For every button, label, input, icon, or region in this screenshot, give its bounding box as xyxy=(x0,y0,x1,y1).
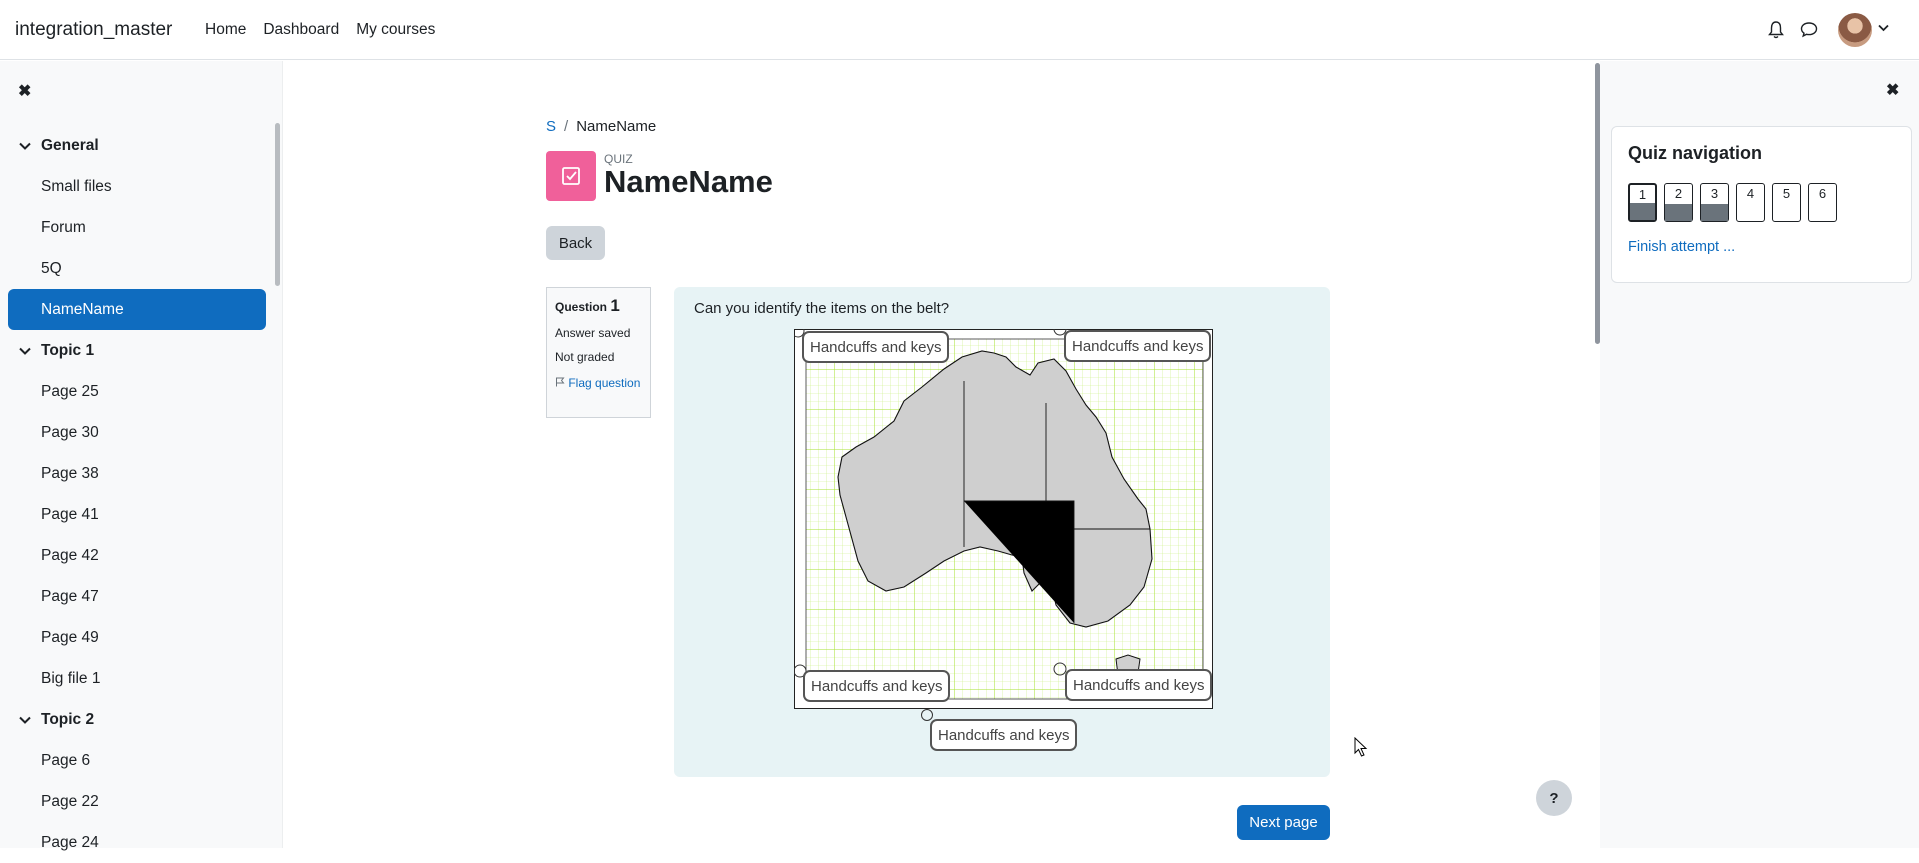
primary-nav: Home Dashboard My courses xyxy=(205,21,435,39)
section-topic-2[interactable]: Topic 2 xyxy=(8,699,266,740)
site-brand[interactable]: integration_master xyxy=(15,19,172,41)
quiz-nav-buttons: 1 2 3 4 5 6 xyxy=(1628,183,1837,222)
quiz-navigation-block: Quiz navigation 1 2 3 4 5 6 Finish attem… xyxy=(1611,126,1912,283)
question-grade: Not graded xyxy=(555,350,615,364)
course-item[interactable]: Page 38 xyxy=(8,453,266,494)
drag-item[interactable]: Handcuffs and keys xyxy=(930,719,1078,751)
course-item[interactable]: Page 6 xyxy=(8,740,266,781)
australia-map-image xyxy=(791,322,1213,709)
course-item-active[interactable]: NameName xyxy=(8,289,266,330)
course-item[interactable]: Small files xyxy=(8,166,266,207)
section-title: Topic 2 xyxy=(41,710,95,728)
question-content: Can you identify the items on the belt? xyxy=(674,287,1330,777)
quiz-icon xyxy=(546,151,596,201)
nav-dashboard[interactable]: Dashboard xyxy=(263,21,339,39)
back-button[interactable]: Back xyxy=(546,226,605,260)
help-button[interactable]: ? xyxy=(1536,780,1572,816)
course-item[interactable]: Page 30 xyxy=(8,412,266,453)
breadcrumb-current: NameName xyxy=(576,118,657,135)
section-title: Topic 1 xyxy=(41,341,95,359)
course-item[interactable]: Page 24 xyxy=(8,822,266,863)
section-topic-1[interactable]: Topic 1 xyxy=(8,330,266,371)
quiz-nav-button[interactable]: 4 xyxy=(1736,183,1765,222)
quiz-nav-button[interactable]: 5 xyxy=(1772,183,1801,222)
course-item[interactable]: 5Q xyxy=(8,248,266,289)
question-number: Question 1 xyxy=(555,296,620,315)
drag-item[interactable]: Handcuffs and keys xyxy=(803,670,951,702)
question-status: Answer saved xyxy=(555,326,631,340)
question-info: Question 1 Answer saved Not graded Flag … xyxy=(546,287,651,418)
top-navbar: integration_master Home Dashboard My cou… xyxy=(0,0,1919,60)
course-item[interactable]: Forum xyxy=(8,207,266,248)
question-text: Can you identify the items on the belt? xyxy=(694,300,950,317)
flag-icon[interactable] xyxy=(555,377,565,387)
messages-chat-icon[interactable] xyxy=(1800,21,1818,38)
nav-home[interactable]: Home xyxy=(205,21,246,39)
quiz-nav-button[interactable]: 1 xyxy=(1628,183,1657,222)
breadcrumb-separator: / xyxy=(564,118,569,135)
section-general[interactable]: General xyxy=(8,125,266,166)
page-title: NameName xyxy=(604,164,773,199)
flag-question-link[interactable]: Flag question xyxy=(555,374,642,392)
course-item[interactable]: Page 42 xyxy=(8,535,266,576)
course-index: General Small files Forum 5Q NameName To… xyxy=(8,125,266,863)
drag-item[interactable]: Handcuffs and keys xyxy=(1064,330,1212,362)
drag-item[interactable]: Handcuffs and keys xyxy=(802,331,950,363)
finish-attempt-link[interactable]: Finish attempt ... xyxy=(1628,239,1735,255)
answered-indicator xyxy=(1665,204,1692,221)
close-icon[interactable]: ✖ xyxy=(1886,80,1899,100)
breadcrumb: S / NameName xyxy=(546,118,656,135)
drag-item[interactable]: Handcuffs and keys xyxy=(1065,669,1213,701)
course-item[interactable]: Page 41 xyxy=(8,494,266,535)
notifications-bell-icon[interactable] xyxy=(1768,21,1784,39)
course-item[interactable]: Page 22 xyxy=(8,781,266,822)
drop-zone-map[interactable]: Handcuffs and keys Handcuffs and keys Ha… xyxy=(791,322,1213,709)
course-index-drawer: ✖ General Small files Forum 5Q NameName … xyxy=(0,61,283,851)
answered-indicator xyxy=(1701,204,1728,221)
quiz-nav-button[interactable]: 6 xyxy=(1808,183,1837,222)
course-item[interactable]: Page 49 xyxy=(8,617,266,658)
user-avatar[interactable] xyxy=(1838,13,1872,47)
nav-my-courses[interactable]: My courses xyxy=(356,21,435,39)
course-item[interactable]: Big file 1 xyxy=(8,658,266,699)
close-icon[interactable]: ✖ xyxy=(18,81,31,101)
chevron-down-icon[interactable] xyxy=(8,139,41,153)
section-title: General xyxy=(41,136,99,154)
chevron-down-icon[interactable] xyxy=(8,344,41,358)
mouse-cursor-icon xyxy=(1354,737,1368,757)
next-page-button[interactable]: Next page xyxy=(1237,805,1330,840)
breadcrumb-link[interactable]: S xyxy=(546,118,556,135)
quiz-nav-title: Quiz navigation xyxy=(1628,143,1763,163)
course-item[interactable]: Page 47 xyxy=(8,576,266,617)
drawer-scrollbar[interactable] xyxy=(275,123,280,286)
course-item[interactable]: Page 25 xyxy=(8,371,266,412)
chevron-down-icon[interactable] xyxy=(1878,24,1889,32)
answered-indicator xyxy=(1630,203,1655,220)
quiz-nav-button[interactable]: 2 xyxy=(1664,183,1693,222)
chevron-down-icon[interactable] xyxy=(8,713,41,727)
quiz-nav-button[interactable]: 3 xyxy=(1700,183,1729,222)
